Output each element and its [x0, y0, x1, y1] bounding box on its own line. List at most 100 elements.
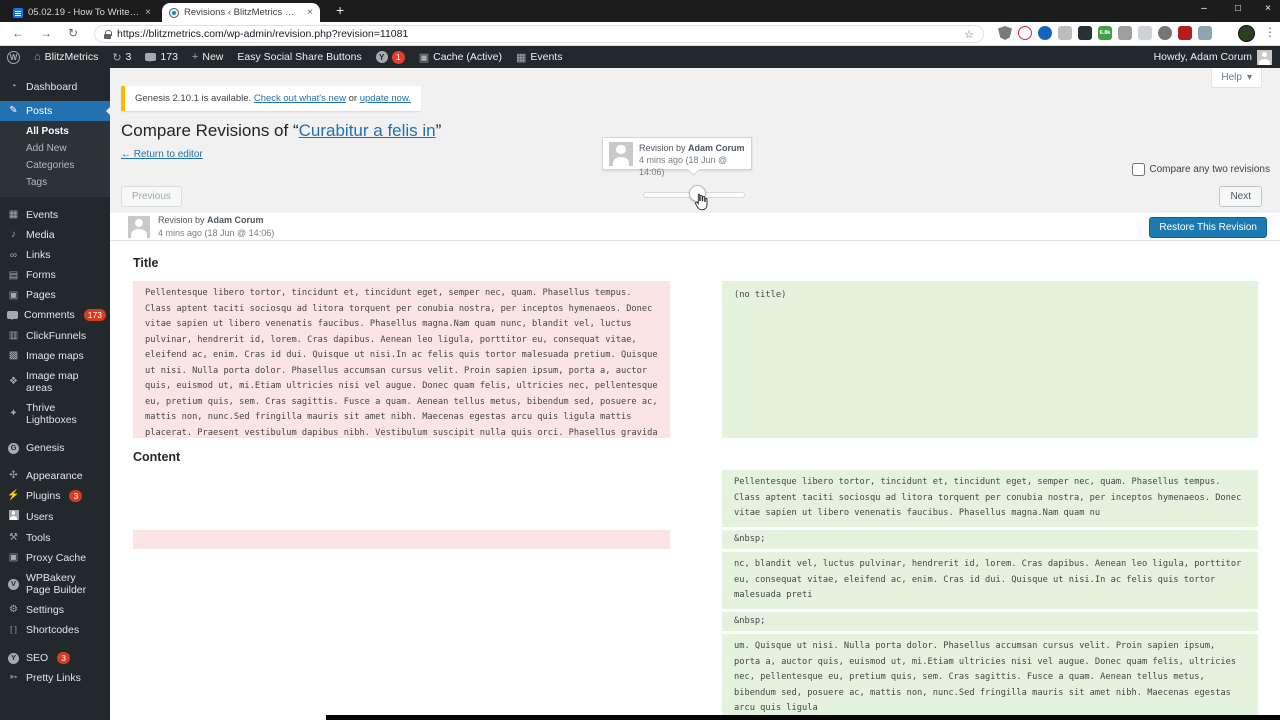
reload-icon[interactable]: ↻: [68, 26, 78, 40]
sidebar-item-links[interactable]: ∞Links: [0, 245, 110, 265]
browser-tab-1[interactable]: 05.02.19 - How To Write For Face ×: [6, 3, 158, 22]
sidebar-item-thrive-lightboxes[interactable]: ✦Thrive Lightboxes: [0, 398, 110, 430]
extension-icon[interactable]: [1078, 26, 1092, 40]
content-new-row: um. Quisque ut nisi. Nulla porta dolor. …: [722, 634, 1258, 720]
shortcodes-icon: [ ]: [7, 625, 20, 634]
bookmark-star-icon[interactable]: ☆: [964, 28, 974, 41]
compare-two-revisions-checkbox[interactable]: [1132, 163, 1145, 176]
comments-icon: [145, 53, 156, 61]
posts-submenu: All Posts Add New Categories Tags: [0, 121, 110, 197]
sidebar-item-posts[interactable]: ✎Posts: [0, 101, 110, 121]
genesis-icon: G: [8, 443, 19, 454]
window-maximize-button[interactable]: □: [1224, 3, 1252, 14]
wp-admin-bar: W ⌂BlitzMetrics ↻3 173 +New Easy Social …: [0, 46, 1280, 68]
sidebar-item-comments[interactable]: Comments173: [0, 305, 110, 325]
sidebar-item-settings[interactable]: ⚙Settings: [0, 600, 110, 620]
yoast-icon: Y: [376, 51, 388, 63]
extension-icon[interactable]: [1158, 26, 1172, 40]
submenu-item-all-posts[interactable]: All Posts: [0, 123, 110, 140]
forward-icon[interactable]: →: [40, 26, 52, 40]
content-new-row: Pellentesque libero tortor, tincidunt et…: [722, 470, 1258, 527]
update-now-link[interactable]: update now.: [360, 93, 411, 104]
extension-icon[interactable]: [1038, 26, 1052, 40]
sidebar-item-appearance[interactable]: ✣Appearance: [0, 466, 110, 486]
extension-icon[interactable]: [1058, 26, 1072, 40]
extension-icon[interactable]: [998, 26, 1012, 40]
tab-close-icon[interactable]: ×: [307, 7, 313, 18]
next-button[interactable]: Next: [1219, 186, 1262, 207]
image-maps-icon: ▩: [7, 350, 20, 362]
restore-this-revision-button[interactable]: Restore This Revision: [1149, 217, 1267, 238]
sidebar-item-genesis[interactable]: GGenesis: [0, 438, 110, 458]
submenu-item-categories[interactable]: Categories: [0, 157, 110, 174]
sidebar-item-media[interactable]: ♪Media: [0, 225, 110, 245]
extension-icon[interactable]: [1138, 26, 1152, 40]
update-notice: Genesis 2.10.1 is available. Check out w…: [121, 86, 421, 111]
content-old-removed-line: [133, 530, 670, 549]
sidebar-item-seo[interactable]: YSEO3: [0, 648, 110, 668]
essb-menu[interactable]: Easy Social Share Buttons: [230, 46, 368, 68]
wp-logo-menu[interactable]: W: [0, 46, 27, 68]
sidebar-item-dashboard[interactable]: ◔Dashboard: [0, 77, 110, 97]
browser-profile-avatar[interactable]: [1238, 25, 1255, 42]
comments-menu[interactable]: 173: [138, 46, 185, 68]
updates-menu[interactable]: ↻3: [105, 46, 138, 68]
tab-title: 05.02.19 - How To Write For Face: [28, 7, 140, 18]
image-map-areas-icon: ❖: [7, 376, 20, 388]
sidebar-item-clickfunnels[interactable]: ▥ClickFunnels: [0, 326, 110, 346]
sidebar-item-shortcodes[interactable]: [ ]Shortcodes: [0, 620, 110, 640]
previous-button[interactable]: Previous: [121, 186, 182, 207]
extension-icon[interactable]: [1198, 26, 1212, 40]
sidebar-item-plugins[interactable]: ⚡Plugins3: [0, 486, 110, 506]
pretty-links-icon: ➳: [7, 672, 20, 684]
whats-new-link[interactable]: Check out what's new: [254, 93, 346, 104]
sidebar-item-users[interactable]: Users: [0, 506, 110, 528]
plus-icon: +: [192, 51, 198, 63]
extension-icon[interactable]: [1118, 26, 1132, 40]
sidebar-item-pages[interactable]: ▣Pages: [0, 285, 110, 305]
address-bar[interactable]: https://blitzmetrics.com/wp-admin/revisi…: [94, 25, 984, 43]
thrive-icon: ✦: [7, 408, 20, 420]
sidebar-item-proxy-cache[interactable]: ▣Proxy Cache: [0, 548, 110, 568]
my-account-menu[interactable]: Howdy, Adam Corum: [1154, 50, 1280, 65]
help-tab[interactable]: Help▾: [1211, 68, 1262, 88]
new-tab-button[interactable]: +: [336, 2, 344, 18]
links-icon: ∞: [7, 250, 20, 262]
sidebar-item-image-maps[interactable]: ▩Image maps: [0, 346, 110, 366]
sidebar-item-events[interactable]: ▦Events: [0, 205, 110, 225]
sidebar-item-pretty-links[interactable]: ➳Pretty Links: [0, 668, 110, 688]
browser-menu-icon[interactable]: ⋮: [1264, 25, 1276, 39]
sidebar-item-image-map-areas[interactable]: ❖Image map areas: [0, 366, 110, 398]
content-new-row: &nbsp;: [722, 612, 1258, 632]
extension-icon[interactable]: [1178, 26, 1192, 40]
tab-close-icon[interactable]: ×: [145, 7, 151, 18]
pages-icon: ▣: [7, 290, 20, 302]
extension-icon[interactable]: [1018, 26, 1032, 40]
new-content-menu[interactable]: +New: [185, 46, 230, 68]
revision-author: Adam Corum: [688, 143, 745, 153]
admin-content-area: Help▾ Genesis 2.10.1 is available. Check…: [110, 68, 1280, 720]
site-menu[interactable]: ⌂BlitzMetrics: [27, 46, 105, 68]
window-minimize-button[interactable]: –: [1190, 3, 1218, 14]
proxy-cache-icon: ▣: [7, 552, 20, 564]
sidebar-item-forms[interactable]: ▤Forms: [0, 265, 110, 285]
back-icon[interactable]: ←: [12, 26, 24, 40]
mouse-hand-cursor: [694, 193, 708, 211]
window-close-button[interactable]: ×: [1254, 3, 1280, 14]
events-menu[interactable]: ▦Events: [509, 46, 570, 68]
dashboard-icon: ◔: [7, 81, 20, 93]
sidebar-item-wpbakery[interactable]: VWPBakery Page Builder: [0, 568, 110, 600]
revision-meta-row: Revision by Adam Corum4 mins ago (18 Jun…: [110, 213, 1280, 241]
browser-tab-2-active[interactable]: Revisions ‹ BlitzMetrics — WordP ×: [162, 3, 320, 22]
extension-badge: 6.8k: [1100, 30, 1111, 36]
yoast-seo-menu[interactable]: Y1: [369, 46, 412, 68]
post-title-link[interactable]: Curabitur a felis in: [299, 121, 436, 140]
comments-icon: [7, 311, 18, 319]
submenu-item-add-new[interactable]: Add New: [0, 140, 110, 157]
return-to-editor-link[interactable]: ← Return to editor: [121, 149, 203, 160]
cache-menu[interactable]: ▣Cache (Active): [412, 46, 509, 68]
blitzmetrics-favicon: [169, 8, 179, 18]
submenu-item-tags[interactable]: Tags: [0, 174, 110, 191]
sidebar-item-tools[interactable]: ⚒Tools: [0, 528, 110, 548]
tools-icon: ⚒: [7, 532, 20, 544]
